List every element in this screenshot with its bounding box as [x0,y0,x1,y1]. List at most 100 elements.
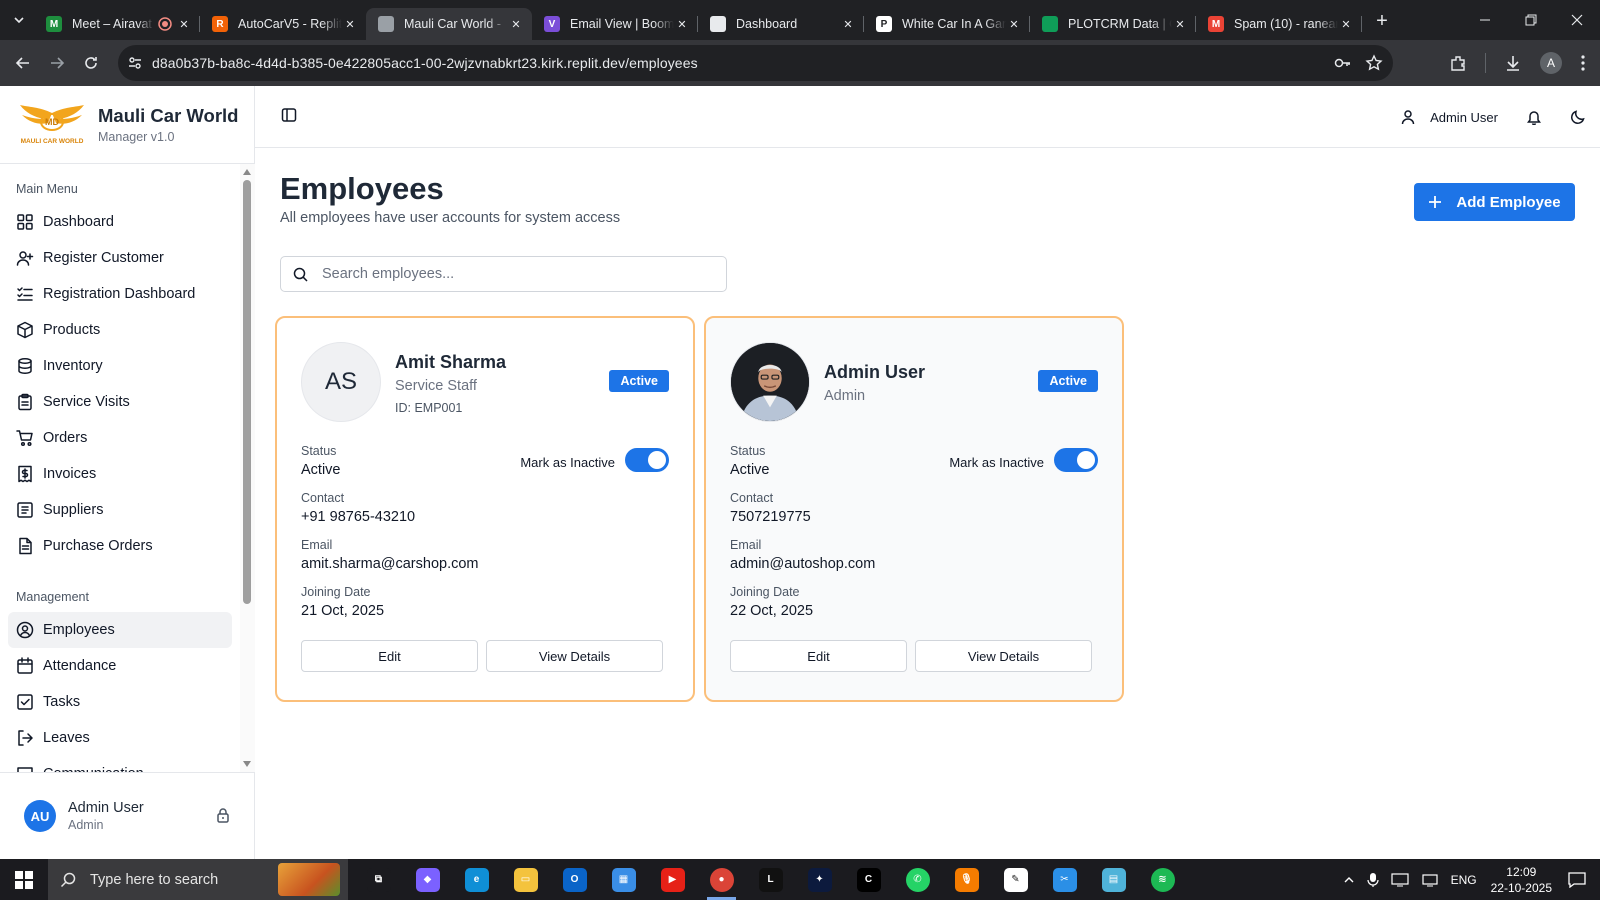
hotstar-icon[interactable]: ✦ [795,859,844,900]
profile-avatar[interactable]: A [1540,52,1562,74]
bookmark-star-icon[interactable] [1365,54,1383,72]
sidebar-item-register-customer[interactable]: Register Customer [8,240,232,276]
view-details-button[interactable]: View Details [486,640,663,672]
close-tab-icon[interactable]: ✕ [674,16,690,32]
tab-favicon-icon [1042,16,1058,32]
youtube-icon[interactable]: ▶ [648,859,697,900]
minimize-icon[interactable] [1462,0,1508,40]
tab-meet-airavat[interactable]: M Meet – Airavat ✕ [34,8,200,40]
forward-icon[interactable] [40,46,74,80]
search-input[interactable] [322,266,702,282]
user-icon [1401,110,1415,125]
sidebar-item-registration-dashboard[interactable]: Registration Dashboard [8,276,232,312]
sidebar-item-service-visits[interactable]: Service Visits [8,384,232,420]
sidebar-item-communication[interactable]: Communication [8,756,232,772]
chrome-icon[interactable]: ● [697,859,746,900]
status-label: Status [730,444,766,458]
clock[interactable]: 12:09 22-10-2025 [1491,864,1552,896]
sidebar-item-invoices[interactable]: Invoices [8,456,232,492]
bell-icon[interactable] [1526,109,1542,125]
employee-role: Admin [824,388,866,404]
tab-autocarv5-replit[interactable]: R AutoCarV5 - Replit ✕ [200,8,366,40]
scroll-up-arrow-icon[interactable] [243,169,251,175]
edit-button[interactable]: Edit [301,640,478,672]
reload-icon[interactable] [74,46,108,80]
close-tab-icon[interactable]: ✕ [1338,16,1354,32]
mic-app-icon[interactable]: 🎙 [942,859,991,900]
active-toggle[interactable] [625,448,669,472]
new-tab-button[interactable]: + [1368,7,1396,35]
download-icon[interactable] [1504,54,1522,72]
password-key-icon[interactable] [1333,54,1351,72]
tab-dashboard[interactable]: Dashboard ✕ [698,8,864,40]
edge-icon[interactable]: e [452,859,501,900]
close-tab-icon[interactable]: ✕ [508,16,524,32]
sidebar-item-purchase-orders[interactable]: Purchase Orders [8,528,232,564]
topbar-user-menu[interactable]: Admin User [1400,109,1498,125]
close-tab-icon[interactable]: ✕ [176,16,192,32]
back-icon[interactable] [6,46,40,80]
sidebar-item-dashboard[interactable]: Dashboard [8,204,232,240]
tab-search-chevron-icon[interactable] [4,5,34,35]
sidebar-item-suppliers[interactable]: Suppliers [8,492,232,528]
scrollbar-thumb[interactable] [243,180,251,604]
lock-icon[interactable] [215,807,231,823]
outlook-icon[interactable]: O [550,859,599,900]
paint-icon[interactable]: ✎ [991,859,1040,900]
active-toggle[interactable] [1054,448,1098,472]
sidebar-item-employees[interactable]: Employees [8,612,232,648]
tab-email-view-boomerang[interactable]: V Email View | Boomerang✕ [532,8,698,40]
restore-icon[interactable] [1508,0,1554,40]
moon-icon[interactable] [1570,109,1586,125]
sony-liv-icon[interactable]: L [746,859,795,900]
close-tab-icon[interactable]: ✕ [1006,16,1022,32]
control-panel-icon[interactable]: ▦ [599,859,648,900]
contact-label: Contact [301,491,345,505]
whatsapp-icon[interactable]: ✆ [893,859,942,900]
close-window-icon[interactable] [1554,0,1600,40]
site-info-icon[interactable] [118,55,152,71]
file-explorer-icon[interactable]: ▭ [501,859,550,900]
sidebar-item-products[interactable]: Products [8,312,232,348]
sidebar-toggle-icon[interactable] [281,107,297,123]
sidebar-item-tasks[interactable]: Tasks [8,684,232,720]
sidebar-item-leaves[interactable]: Leaves [8,720,232,756]
sidebar-item-orders[interactable]: Orders [8,420,232,456]
url-text[interactable]: d8a0b37b-ba8c-4d4d-b385-0e422805acc1-00-… [152,55,698,71]
status-badge: Active [609,370,669,392]
address-bar[interactable]: d8a0b37b-ba8c-4d4d-b385-0e422805acc1-00-… [118,45,1393,81]
capcut-icon[interactable]: C [844,859,893,900]
language-indicator[interactable]: ENG [1451,873,1477,887]
microphone-icon[interactable] [1366,872,1379,888]
network-icon[interactable] [1421,873,1439,887]
cart-icon [16,429,34,447]
edit-button[interactable]: Edit [730,640,907,672]
spotify-icon[interactable]: ≋ [1138,859,1187,900]
copilot-icon[interactable]: ◆ [403,859,452,900]
scroll-down-arrow-icon[interactable] [243,761,251,767]
notepad-icon[interactable]: ▤ [1089,859,1138,900]
close-tab-icon[interactable]: ✕ [840,16,856,32]
browser-menu-icon[interactable] [1580,54,1586,72]
sidebar-item-attendance[interactable]: Attendance [8,648,232,684]
taskbar-search[interactable]: Type here to search [48,859,348,900]
tab-white-car-in-a-garage[interactable]: P White Car In A Garage✕ [864,8,1030,40]
tab-spam-10-raneanu[interactable]: M Spam (10) - raneanu ✕ [1196,8,1362,40]
employee-search[interactable] [280,256,727,292]
notification-icon[interactable] [1568,871,1586,888]
tab-plotcrm-data-c[interactable]: PLOTCRM Data | C ✕ [1030,8,1196,40]
sidebar-scrollbar[interactable] [240,164,255,772]
sidebar-item-inventory[interactable]: Inventory [8,348,232,384]
add-employee-button[interactable]: Add Employee [1414,183,1575,221]
view-details-button[interactable]: View Details [915,640,1092,672]
close-tab-icon[interactable]: ✕ [1172,16,1188,32]
windows-start-icon[interactable] [0,859,48,900]
sidebar-user-footer[interactable]: AU Admin User Admin [0,772,255,859]
chevron-up-icon[interactable] [1343,874,1355,886]
snipping-icon[interactable]: ✂ [1040,859,1089,900]
extensions-icon[interactable] [1449,54,1467,72]
screen-share-icon[interactable] [1390,872,1409,887]
tab-mauli-car-world[interactable]: Mauli Car World - ✕ [366,8,532,40]
task-view-icon[interactable]: ⧉ [354,859,403,900]
close-tab-icon[interactable]: ✕ [342,16,358,32]
